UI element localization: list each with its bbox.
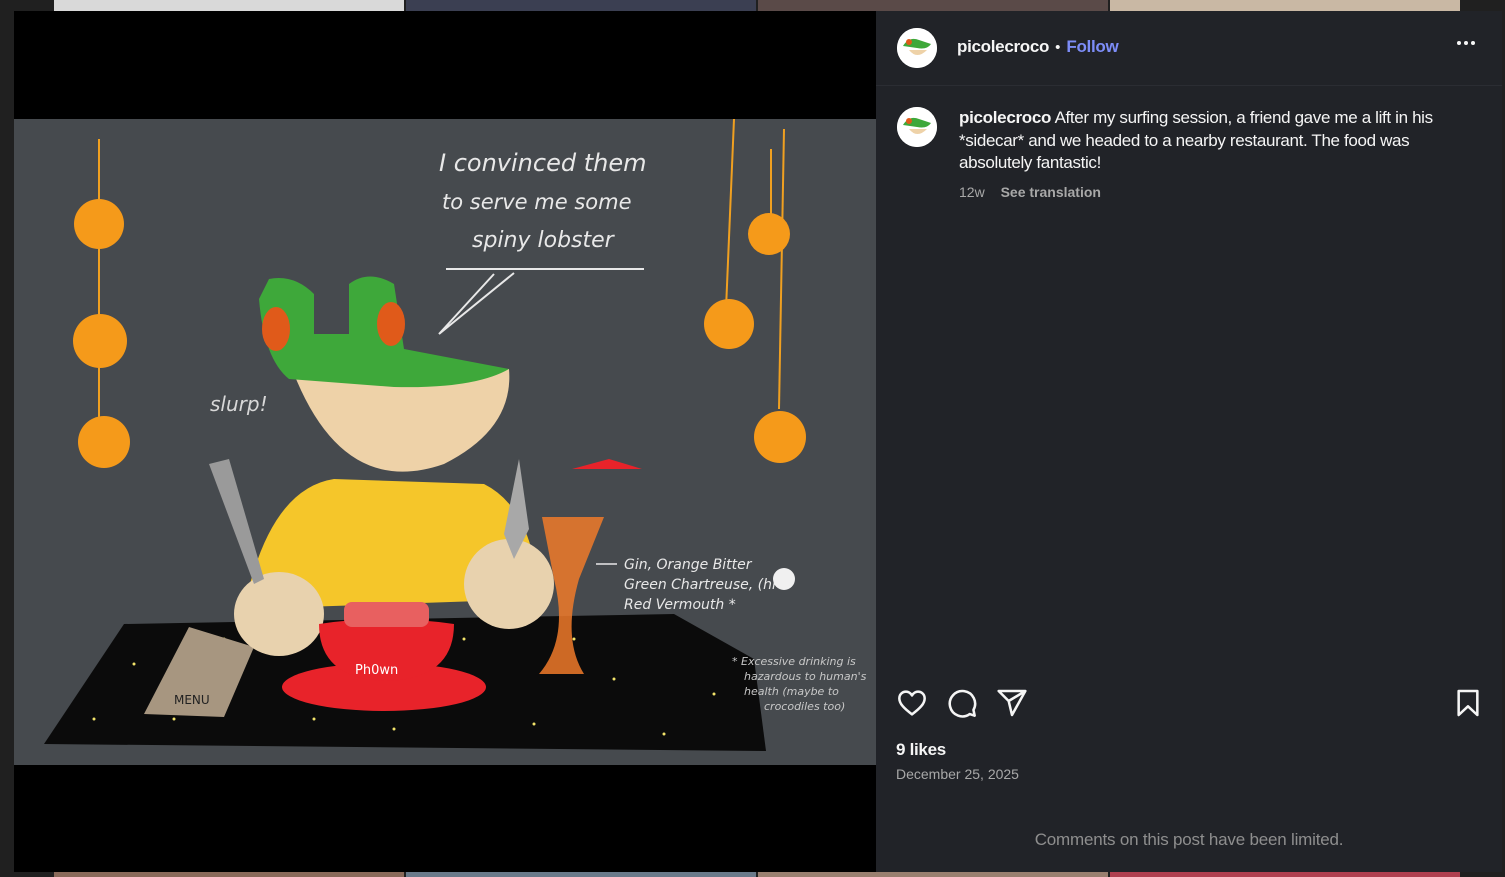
post-modal: I convinced them to serve me some spiny … xyxy=(14,11,1502,872)
caption-author-avatar[interactable] xyxy=(897,107,937,147)
disclaimer-line-4: crocodiles too) xyxy=(764,700,845,713)
post-date[interactable]: December 25, 2025 xyxy=(896,766,1019,782)
heart-icon[interactable] xyxy=(896,687,928,719)
caption-username[interactable]: picolecroco xyxy=(959,108,1051,127)
separator-dot: • xyxy=(1055,39,1061,56)
see-translation-button[interactable]: See translation xyxy=(1001,184,1101,200)
follow-button[interactable]: Follow xyxy=(1066,37,1118,56)
disclaimer-line-2: hazardous to human's xyxy=(744,670,867,683)
post-header: picolecroco • Follow xyxy=(876,11,1502,86)
comment-icon[interactable] xyxy=(946,687,978,719)
drink-text-line-2: Green Chartreuse, (hi xyxy=(624,577,776,593)
likes-count[interactable]: 9 likes xyxy=(896,740,946,760)
speech-text-line-3: spiny lobster xyxy=(472,228,616,253)
post-actions-bar xyxy=(896,687,1486,721)
post-side-panel: picolecroco • Follow picolecroco After my … xyxy=(876,11,1502,872)
caption-meta-row: 12w See translation xyxy=(959,184,1101,200)
avatar-icon xyxy=(897,107,937,147)
drink-text-line-1: Gin, Orange Bitter xyxy=(624,557,753,573)
slurp-text: slurp! xyxy=(210,392,268,416)
author-avatar[interactable] xyxy=(897,28,937,68)
post-header-title-row: picolecroco • Follow xyxy=(957,37,1119,57)
post-age[interactable]: 12w xyxy=(959,184,985,200)
author-username[interactable]: picolecroco xyxy=(957,37,1049,56)
speech-text-line-2: to serve me some xyxy=(442,190,632,214)
post-artwork: I convinced them to serve me some spiny … xyxy=(14,119,876,765)
bowl-label: Ph0wn xyxy=(355,663,398,678)
post-caption: picolecroco After my surfing session, a … xyxy=(959,107,1474,175)
comments-limited-notice: Comments on this post have been limited. xyxy=(1034,830,1344,849)
bookmark-icon[interactable] xyxy=(1452,687,1484,719)
disclaimer-line-1: * Excessive drinking is xyxy=(732,655,856,668)
drink-text-line-3: Red Vermouth * xyxy=(624,597,736,613)
more-options-icon[interactable] xyxy=(1454,31,1478,55)
post-media: I convinced them to serve me some spiny … xyxy=(14,11,876,872)
send-icon[interactable] xyxy=(996,687,1028,719)
menu-card-label: MENU xyxy=(174,693,210,707)
background-feed-strip-bottom xyxy=(0,872,1505,877)
speech-text-line-1: I convinced them xyxy=(439,149,646,177)
avatar-icon xyxy=(897,28,937,68)
background-feed-strip-top xyxy=(0,0,1505,11)
disclaimer-line-3: health (maybe to xyxy=(744,685,839,698)
